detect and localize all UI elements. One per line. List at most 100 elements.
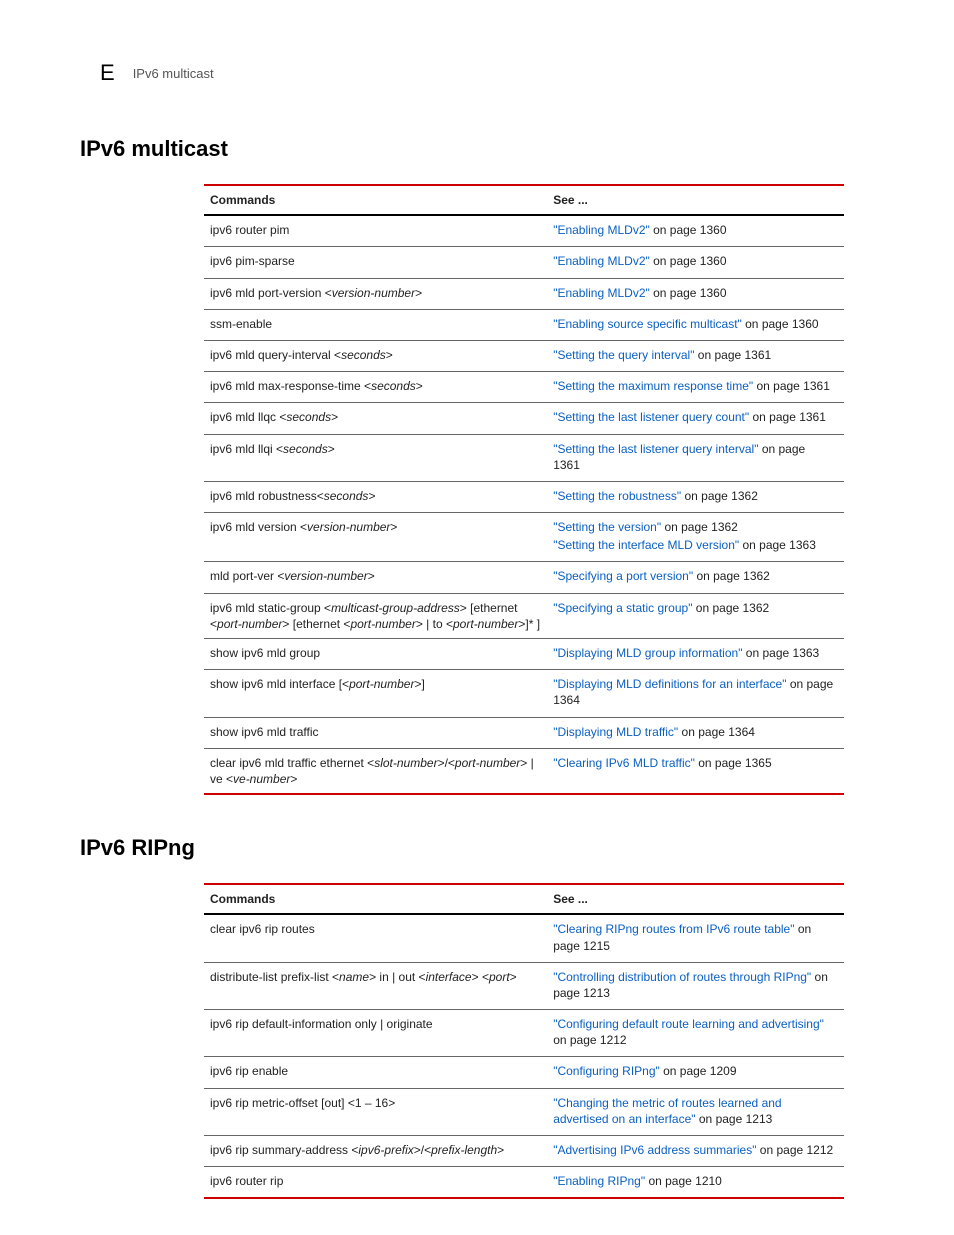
- see-cell: "Setting the query interval" on page 136…: [553, 347, 834, 365]
- command-cell: ipv6 pim-sparse: [210, 253, 553, 269]
- cross-reference-link[interactable]: "Clearing IPv6 MLD traffic": [553, 756, 695, 770]
- page-reference-text: on page 1361: [694, 348, 771, 362]
- page-reference-text: on page 1362: [661, 520, 738, 534]
- command-cell: distribute-list prefix-list <name> in | …: [210, 969, 553, 985]
- cross-reference-link[interactable]: "Enabling MLDv2": [553, 254, 650, 268]
- see-cell: "Setting the last listener query count" …: [553, 409, 834, 427]
- cross-reference-link[interactable]: "Configuring default route learning and …: [553, 1017, 824, 1031]
- see-cell: "Enabling MLDv2" on page 1360: [553, 253, 834, 271]
- cross-reference-link[interactable]: "Displaying MLD traffic": [553, 725, 678, 739]
- cross-reference-link[interactable]: "Specifying a static group": [553, 601, 692, 615]
- command-cell: ipv6 rip enable: [210, 1063, 553, 1079]
- command-cell: mld port-ver <version-number>: [210, 568, 553, 584]
- command-cell: ipv6 rip default-information only | orig…: [210, 1016, 553, 1032]
- see-cell: "Enabling RIPng" on page 1210: [553, 1173, 834, 1191]
- see-cell: "Specifying a static group" on page 1362: [553, 600, 834, 618]
- command-cell: ipv6 mld max-response-time <seconds>: [210, 378, 553, 394]
- section-title: IPv6 RIPng: [80, 835, 874, 861]
- table-row: ipv6 mld static-group <multicast-group-a…: [204, 594, 844, 639]
- command-cell: ipv6 mld llqi <seconds>: [210, 441, 553, 457]
- page-reference-text: on page 1364: [678, 725, 755, 739]
- command-table: CommandsSee ...clear ipv6 rip routes"Cle…: [204, 883, 844, 1199]
- see-cell: "Displaying MLD group information" on pa…: [553, 645, 834, 663]
- cross-reference-link[interactable]: "Displaying MLD definitions for an inter…: [553, 677, 786, 691]
- cross-reference-link[interactable]: "Configuring RIPng": [553, 1064, 660, 1078]
- page-reference-text: on page 1213: [696, 1112, 773, 1126]
- page-reference-text: on page 1360: [650, 286, 727, 300]
- table-row: ipv6 rip enable"Configuring RIPng" on pa…: [204, 1057, 844, 1088]
- cross-reference-link[interactable]: "Displaying MLD group information": [553, 646, 742, 660]
- table-row: ipv6 mld max-response-time <seconds>"Set…: [204, 372, 844, 403]
- page-reference-text: on page 1360: [742, 317, 819, 331]
- command-cell: ipv6 rip metric-offset [out] <1 – 16>: [210, 1095, 553, 1111]
- table-row: show ipv6 mld interface [<port-number>]"…: [204, 670, 844, 717]
- command-cell: ipv6 mld version <version-number>: [210, 519, 553, 535]
- table-row: mld port-ver <version-number>"Specifying…: [204, 562, 844, 593]
- see-cell: "Controlling distribution of routes thro…: [553, 969, 834, 1003]
- column-header-see: See ...: [553, 891, 834, 907]
- cross-reference-link[interactable]: "Enabling MLDv2": [553, 286, 650, 300]
- cross-reference-link[interactable]: "Advertising IPv6 address summaries": [553, 1143, 756, 1157]
- command-cell: ipv6 mld llqc <seconds>: [210, 409, 553, 425]
- page-reference-text: on page 1362: [693, 569, 770, 583]
- cross-reference-link[interactable]: "Controlling distribution of routes thro…: [553, 970, 811, 984]
- see-cell: "Clearing RIPng routes from IPv6 route t…: [553, 921, 834, 955]
- page-reference-text: on page 1212: [756, 1143, 833, 1157]
- table-row: ipv6 mld llqc <seconds>"Setting the last…: [204, 403, 844, 434]
- see-cell: "Displaying MLD definitions for an inter…: [553, 676, 834, 710]
- section-title: IPv6 multicast: [80, 136, 874, 162]
- cross-reference-link[interactable]: "Setting the maximum response time": [553, 379, 753, 393]
- see-cell: "Changing the metric of routes learned a…: [553, 1095, 834, 1129]
- page-reference-text: on page 1363: [739, 538, 816, 552]
- cross-reference-link[interactable]: "Setting the query interval": [553, 348, 694, 362]
- appendix-letter: E: [100, 60, 115, 86]
- cross-reference-link[interactable]: "Setting the interface MLD version": [553, 538, 739, 552]
- table-row: ipv6 router rip"Enabling RIPng" on page …: [204, 1167, 844, 1197]
- cross-reference-link[interactable]: "Clearing RIPng routes from IPv6 route t…: [553, 922, 794, 936]
- see-cell: "Setting the last listener query interva…: [553, 441, 834, 475]
- see-cell: "Enabling MLDv2" on page 1360: [553, 285, 834, 303]
- table-row: show ipv6 mld traffic"Displaying MLD tra…: [204, 718, 844, 749]
- column-header-commands: Commands: [210, 891, 553, 907]
- page-reference-text: on page 1209: [660, 1064, 737, 1078]
- page-reference-text: on page 1363: [742, 646, 819, 660]
- see-cell: "Setting the maximum response time" on p…: [553, 378, 834, 396]
- cross-reference-link[interactable]: "Specifying a port version": [553, 569, 693, 583]
- cross-reference-link[interactable]: "Setting the last listener query count": [553, 410, 749, 424]
- page-reference-text: on page 1365: [695, 756, 772, 770]
- table-row: ipv6 rip default-information only | orig…: [204, 1010, 844, 1057]
- page-reference-text: on page 1362: [681, 489, 758, 503]
- cross-reference-link[interactable]: "Setting the version": [553, 520, 661, 534]
- cross-reference-link[interactable]: "Enabling RIPng": [553, 1174, 645, 1188]
- table-row: ipv6 rip summary-address <ipv6-prefix>/<…: [204, 1136, 844, 1167]
- command-cell: ipv6 router rip: [210, 1173, 553, 1189]
- cross-reference-link[interactable]: "Setting the last listener query interva…: [553, 442, 758, 456]
- page-reference-text: on page 1360: [650, 254, 727, 268]
- page-reference-text: on page 1361: [753, 379, 830, 393]
- table-row: ipv6 mld llqi <seconds>"Setting the last…: [204, 435, 844, 482]
- page-reference-text: on page 1360: [650, 223, 727, 237]
- cross-reference-link[interactable]: "Enabling MLDv2": [553, 223, 650, 237]
- command-cell: ipv6 mld query-interval <seconds>: [210, 347, 553, 363]
- cross-reference-link[interactable]: "Enabling source specific multicast": [553, 317, 742, 331]
- page-header: E IPv6 multicast: [100, 60, 874, 86]
- see-cell: "Displaying MLD traffic" on page 1364: [553, 724, 834, 742]
- see-cell: "Specifying a port version" on page 1362: [553, 568, 834, 586]
- table-row: ipv6 router pim"Enabling MLDv2" on page …: [204, 216, 844, 247]
- table-row: clear ipv6 rip routes"Clearing RIPng rou…: [204, 915, 844, 962]
- table-row: ssm-enable"Enabling source specific mult…: [204, 310, 844, 341]
- page-reference-text: on page 1361: [749, 410, 826, 424]
- cross-reference-link[interactable]: "Setting the robustness": [553, 489, 681, 503]
- see-cell: "Advertising IPv6 address summaries" on …: [553, 1142, 834, 1160]
- header-title: IPv6 multicast: [133, 66, 214, 81]
- see-cell: "Clearing IPv6 MLD traffic" on page 1365: [553, 755, 834, 773]
- column-header-see: See ...: [553, 192, 834, 208]
- table-header-row: CommandsSee ...: [204, 885, 844, 915]
- see-cell: "Configuring default route learning and …: [553, 1016, 834, 1050]
- see-cell: "Configuring RIPng" on page 1209: [553, 1063, 834, 1081]
- table-row: show ipv6 mld group"Displaying MLD group…: [204, 639, 844, 670]
- command-cell: ipv6 router pim: [210, 222, 553, 238]
- column-header-commands: Commands: [210, 192, 553, 208]
- table-row: ipv6 rip metric-offset [out] <1 – 16>"Ch…: [204, 1089, 844, 1136]
- see-cell: "Enabling source specific multicast" on …: [553, 316, 834, 334]
